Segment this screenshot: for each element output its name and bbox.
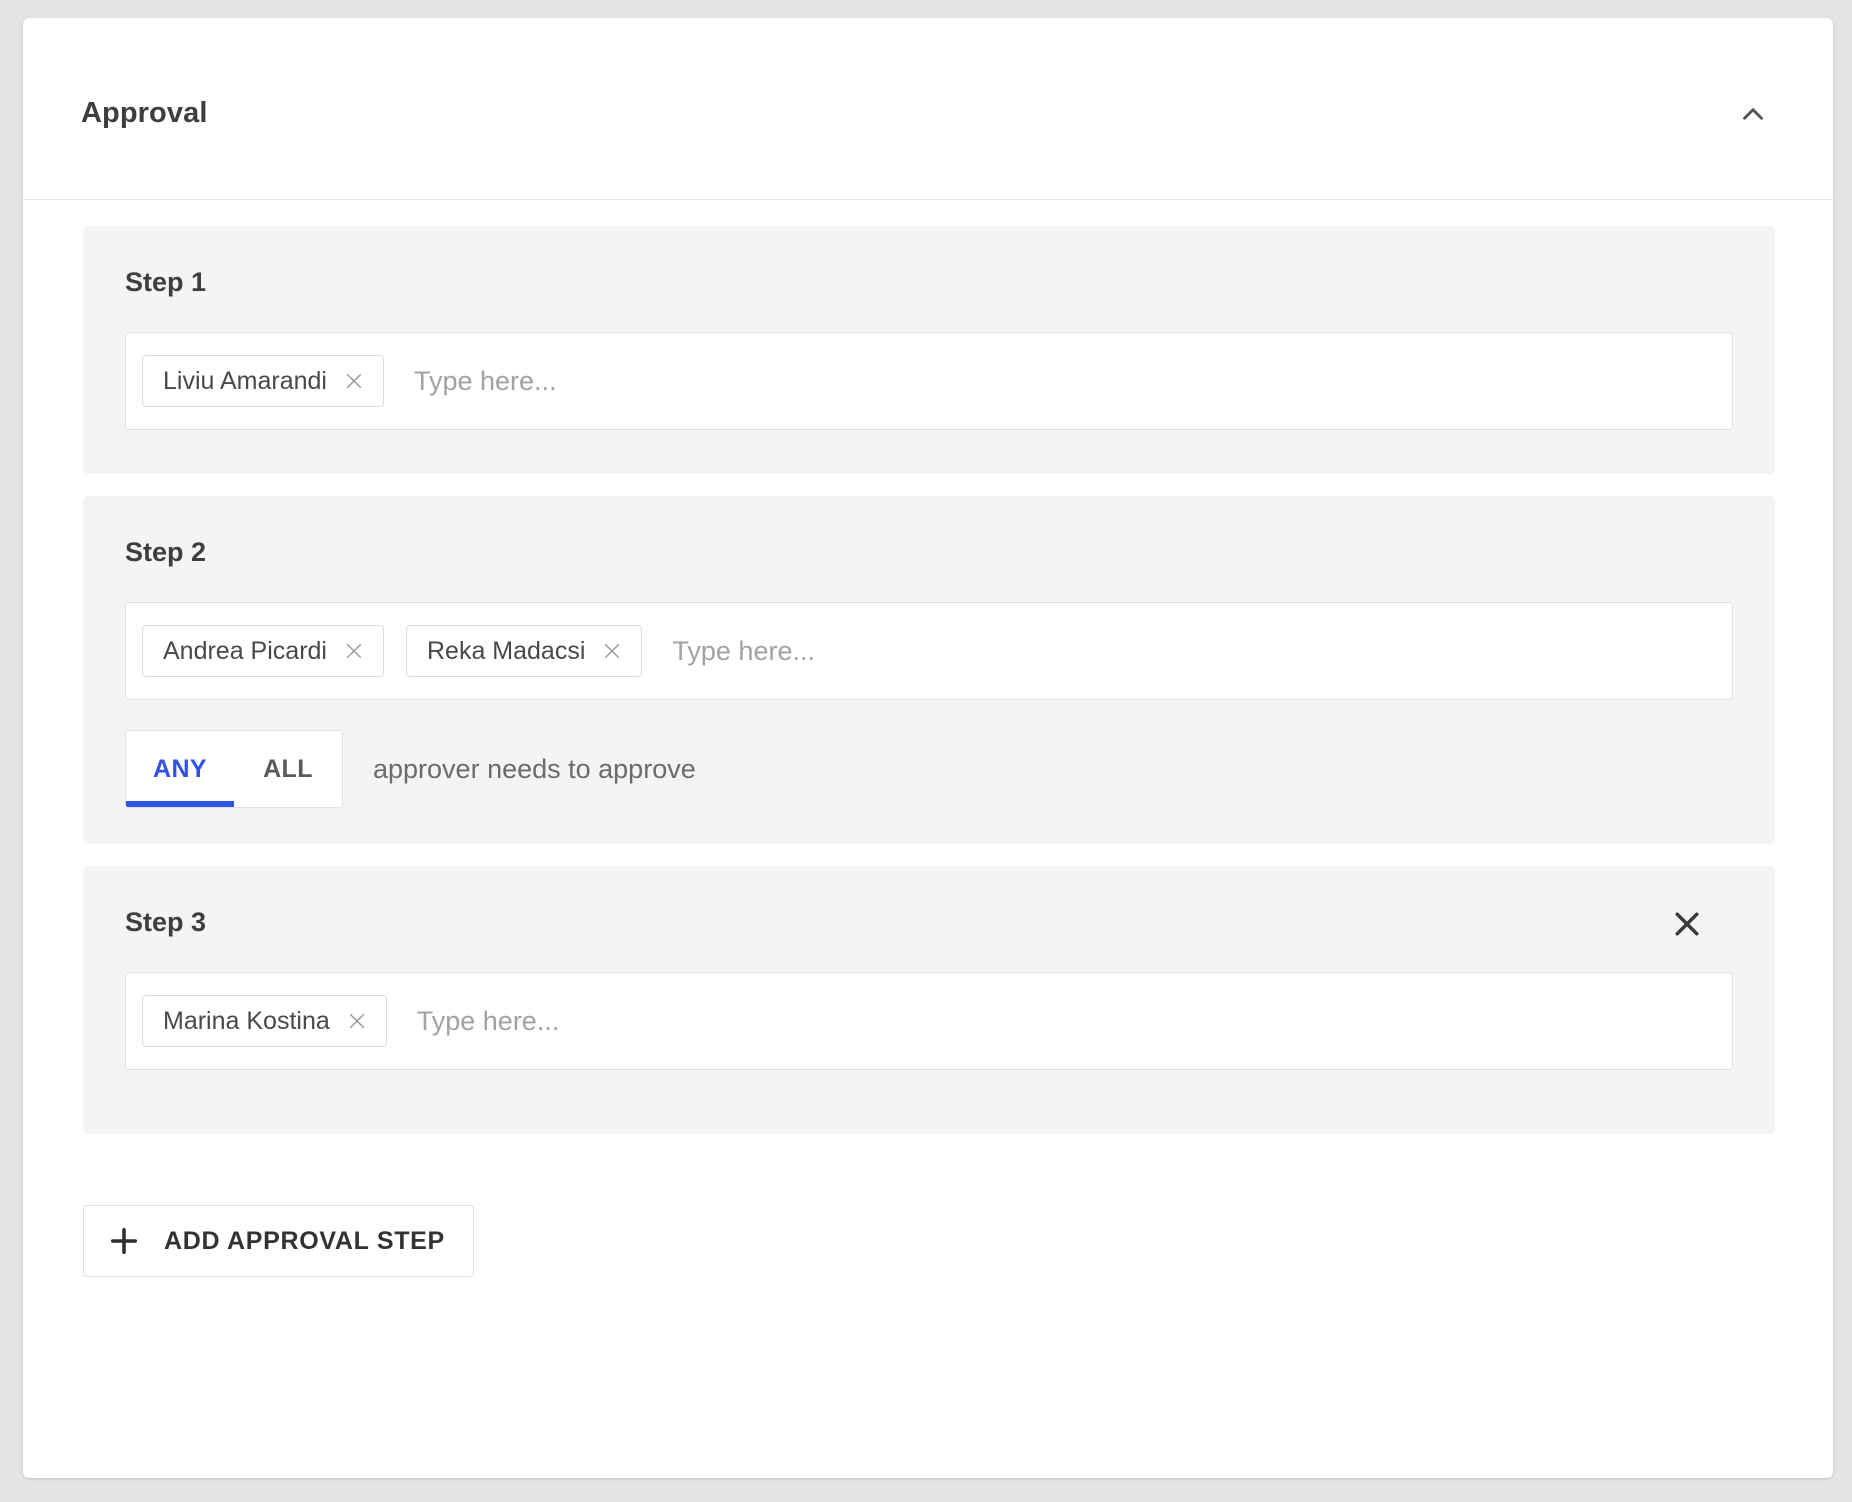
approval-rule-row: ANY ALL approver needs to approve: [125, 730, 696, 808]
step-title: Step 3: [125, 907, 207, 937]
remove-approver-button[interactable]: [339, 366, 369, 396]
approver-input-placeholder: Type here...: [672, 636, 815, 666]
approver-chip: Liviu Amarandi: [142, 355, 384, 407]
approver-chip-label: Reka Madacsi: [426, 637, 586, 665]
close-icon: [343, 370, 365, 392]
collapse-section-button[interactable]: [1725, 90, 1781, 138]
close-icon: [1669, 906, 1705, 942]
remove-approver-button[interactable]: [339, 636, 369, 666]
add-approval-step-label: ADD APPROVAL STEP: [164, 1227, 445, 1255]
approver-input-placeholder: Type here...: [413, 366, 557, 396]
approver-chip: Reka Madacsi: [405, 625, 643, 677]
approver-input-step-3[interactable]: Marina Kostina Type here...: [125, 972, 1733, 1070]
approval-card-header: Approval: [23, 18, 1833, 200]
chevron-up-icon: [1736, 97, 1770, 131]
approver-chip-label: Marina Kostina: [163, 1007, 330, 1035]
approver-chip: Marina Kostina: [142, 995, 387, 1047]
approver-input-step-1[interactable]: Liviu Amarandi Type here...: [125, 332, 1733, 430]
remove-approver-button[interactable]: [597, 636, 627, 666]
approver-input-step-2[interactable]: Andrea Picardi Reka Madacsi Type here...: [125, 602, 1733, 700]
remove-approver-button[interactable]: [342, 1006, 372, 1036]
approver-input-placeholder: Type here...: [416, 1006, 560, 1036]
close-icon: [601, 640, 623, 662]
approval-rule-toggle[interactable]: ANY ALL: [125, 730, 343, 808]
remove-step-button[interactable]: [1661, 898, 1713, 950]
approver-chip-label: Liviu Amarandi: [163, 367, 327, 395]
plus-icon: [106, 1223, 142, 1259]
approval-step-3: Step 3 Marina Kostina Type here...: [83, 866, 1775, 1134]
approval-step-2: Step 2 Andrea Picardi Reka Madacsi Type …: [83, 496, 1775, 844]
approval-step-1: Step 1 Liviu Amarandi Type here...: [83, 226, 1775, 474]
approval-rule-option-all[interactable]: ALL: [234, 731, 342, 807]
close-icon: [343, 640, 365, 662]
approval-rule-caption: approver needs to approve: [373, 754, 696, 784]
page-title: Approval: [81, 97, 208, 129]
approver-chip-label: Andrea Picardi: [163, 637, 327, 665]
step-title: Step 1: [125, 267, 207, 297]
approval-card: Approval Step 1 Liviu Amarandi Type here…: [23, 18, 1833, 1478]
approver-chip: Andrea Picardi: [142, 625, 384, 677]
close-icon: [346, 1010, 368, 1032]
add-approval-step-button[interactable]: ADD APPROVAL STEP: [83, 1205, 474, 1277]
step-title: Step 2: [125, 537, 207, 567]
approval-rule-option-any[interactable]: ANY: [126, 731, 234, 807]
